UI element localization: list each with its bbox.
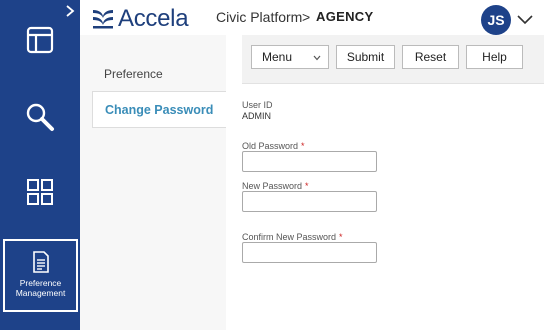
top-header: Accela Civic Platform > AGENCY JS <box>80 0 544 35</box>
preference-management-nav-button[interactable]: Preference Management <box>3 239 78 312</box>
confirm-password-label: Confirm New Password * <box>242 232 343 242</box>
old-password-field[interactable] <box>242 151 377 172</box>
reset-button[interactable]: Reset <box>402 45 459 69</box>
chevron-down-icon <box>313 55 321 61</box>
user-id-label: User ID <box>242 100 273 110</box>
label-line-2: Management <box>15 288 66 298</box>
new-password-field[interactable] <box>242 191 377 212</box>
logo-text: Accela <box>118 5 189 32</box>
submenu-item-change-password[interactable]: Change Password <box>92 91 226 128</box>
dashboard-icon <box>26 26 54 54</box>
accela-logo-icon <box>93 10 113 29</box>
new-password-label: New Password * <box>242 181 309 191</box>
old-password-label: Old Password * <box>242 141 305 151</box>
search-nav-button[interactable] <box>0 82 80 152</box>
preference-submenu: Preference Change Password <box>80 35 226 330</box>
submit-button[interactable]: Submit <box>336 45 395 69</box>
action-toolbar: Menu Submit Reset Help <box>242 35 544 84</box>
submenu-item-preference[interactable]: Preference <box>92 55 226 92</box>
search-icon <box>26 103 54 131</box>
confirm-password-field[interactable] <box>242 242 377 263</box>
required-marker: * <box>301 141 305 151</box>
preference-management-label: Preference Management <box>6 278 76 298</box>
dashboard-nav-button[interactable] <box>0 5 80 75</box>
label-line-1: Preference <box>19 278 62 288</box>
nav-rail: Preference Management <box>0 0 80 330</box>
change-password-panel: Menu Submit Reset Help User ID ADMIN Old… <box>226 35 544 330</box>
accela-logo[interactable]: Accela <box>92 5 189 33</box>
menu-button[interactable]: Menu <box>251 45 329 69</box>
required-marker: * <box>339 232 343 242</box>
breadcrumb-agency: AGENCY <box>316 9 374 24</box>
old-password-label-text: Old Password <box>242 141 299 151</box>
apps-grid-icon <box>27 179 53 205</box>
new-password-label-text: New Password <box>242 181 303 191</box>
user-avatar[interactable]: JS <box>481 5 511 35</box>
menu-button-label: Menu <box>262 50 293 64</box>
required-marker: * <box>305 181 309 191</box>
chevron-down-icon[interactable] <box>516 12 534 26</box>
apps-nav-button[interactable] <box>0 157 80 227</box>
confirm-password-label-text: Confirm New Password <box>242 232 337 242</box>
breadcrumb-platform: Civic Platform <box>216 9 303 25</box>
help-button[interactable]: Help <box>466 45 523 69</box>
user-id-value: ADMIN <box>242 111 271 121</box>
breadcrumb-separator: > <box>302 9 311 25</box>
document-icon <box>32 251 49 273</box>
